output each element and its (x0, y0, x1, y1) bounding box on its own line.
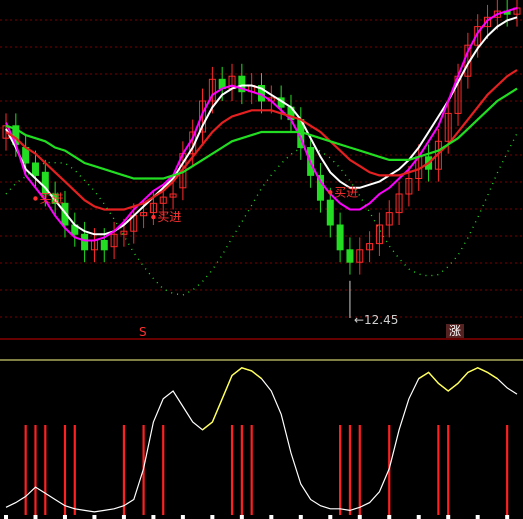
buy-label: 买进 (334, 185, 358, 199)
indicator-baseline-tick (239, 515, 244, 519)
indicator-baseline-tick (151, 515, 156, 519)
dotted-band-line (5, 133, 518, 296)
indicator-baseline-tick (328, 515, 333, 519)
indicator-baseline-tick (33, 515, 38, 519)
candle-body (346, 249, 354, 263)
indicator-yellow-segment (202, 367, 262, 431)
indicator-baseline-tick (387, 515, 392, 519)
candle-body (326, 199, 334, 226)
ma-line-0 (5, 16, 518, 236)
marker-rise-label: 涨 (449, 323, 461, 338)
buy-label: 买进 (39, 192, 63, 206)
buy-marker (328, 190, 333, 195)
indicator-baseline-tick (505, 515, 510, 519)
ma-line-1 (5, 7, 518, 242)
divider-layer: S涨 (0, 323, 523, 340)
grid-layer (0, 19, 523, 318)
marker-s-label: S (139, 325, 147, 339)
indicator-baseline-tick (446, 515, 451, 519)
indicator-baseline-tick (92, 515, 97, 519)
indicator-baseline-tick (357, 515, 362, 519)
indicator-yellow-segment (418, 367, 498, 392)
candle-body (336, 224, 344, 251)
indicator-baseline-tick (475, 515, 480, 519)
candle-body (100, 240, 108, 251)
stock-chart: 买进买进买进买进买进←12.45 S涨 (0, 0, 523, 519)
candle-body (31, 162, 39, 176)
ma-lines-layer (5, 7, 518, 296)
indicator-baseline-tick (298, 515, 303, 519)
buy-marker (151, 214, 156, 220)
indicator-baseline-tick (4, 515, 8, 519)
indicator-baseline-tick (210, 515, 215, 519)
indicator-baseline-tick (269, 515, 274, 519)
indicator-layer (0, 359, 523, 519)
indicator-baseline-tick (62, 515, 67, 519)
indicator-baseline-tick (416, 515, 421, 519)
buy-signal-layer: 买进买进买进买进买进←12.45 (33, 185, 398, 327)
candle-body (81, 233, 89, 251)
indicator-baseline-tick (180, 515, 185, 519)
candles-layer (2, 0, 521, 275)
buy-marker (33, 196, 38, 201)
indicator-baseline-tick (121, 515, 126, 519)
low-price-label: ←12.45 (354, 313, 398, 327)
indicator-line (5, 367, 518, 513)
buy-label: 买进 (157, 210, 181, 224)
